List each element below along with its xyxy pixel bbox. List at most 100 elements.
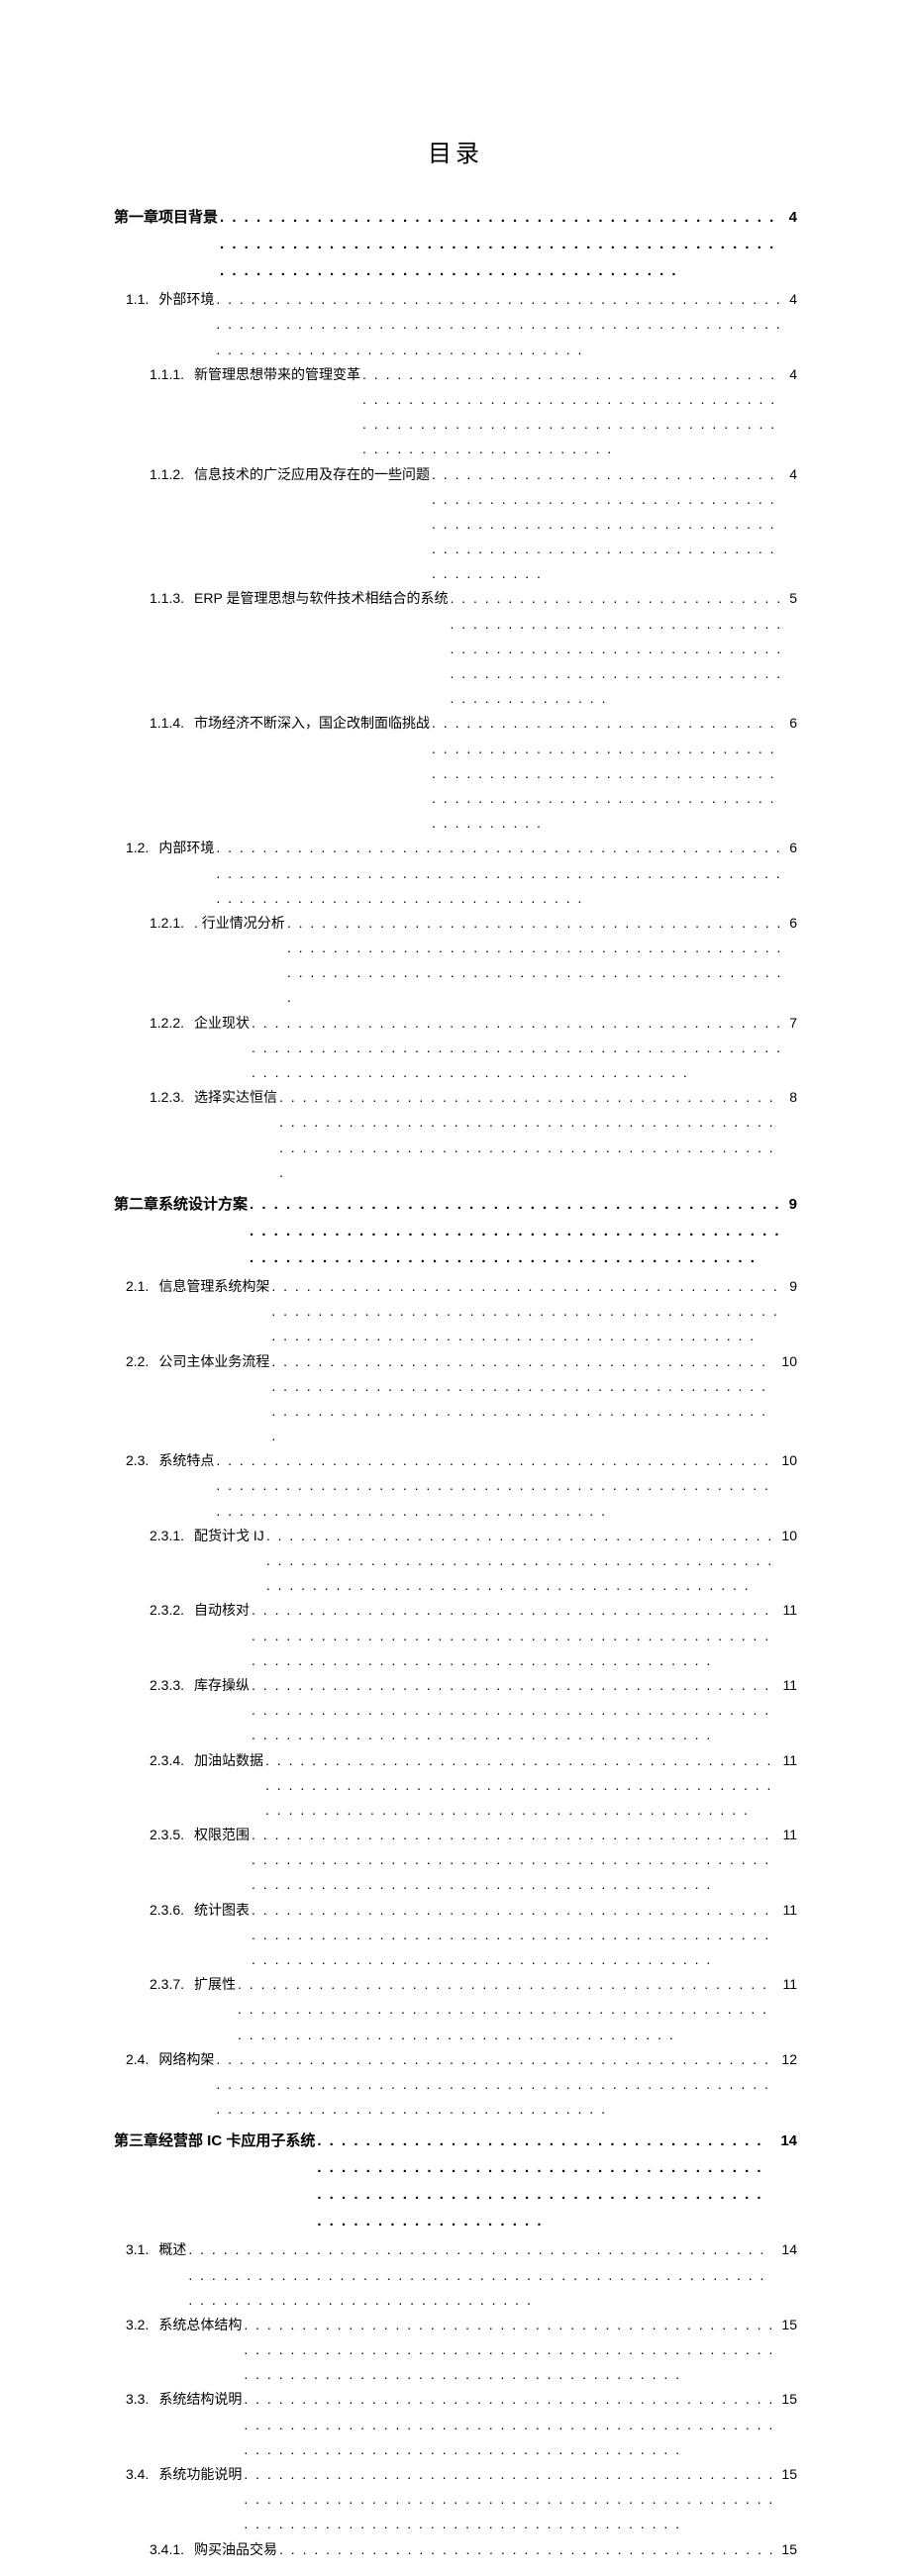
toc-entry: 1.2.内部环境. . . . . . . . . . . . . . . . … [114, 836, 797, 911]
toc-leader-dots: . . . . . . . . . . . . . . . . . . . . … [252, 1011, 783, 1086]
toc-entry: 第一章项目背景. . . . . . . . . . . . . . . . .… [114, 204, 797, 284]
toc-entry: 2.1.信息管理系统构架. . . . . . . . . . . . . . … [114, 1274, 797, 1349]
toc-text: 系统总体结构 [158, 2313, 242, 2337]
toc-page-number: 11 [778, 1673, 797, 1698]
toc-entry: 2.3.4. 加油站数据. . . . . . . . . . . . . . .… [114, 1748, 797, 1824]
toc-text: ERP 是管理思想与软件技术相结合的系统 [194, 586, 448, 611]
toc-number: 3.3. [126, 2387, 149, 2412]
toc-page-number: 4 [785, 362, 797, 387]
toc-number: 2.2. [126, 1349, 149, 1374]
toc-page-number: 4 [785, 287, 797, 312]
toc-entry: 1.1.4.市场经济不断深入，国企改制面临挑战. . . . . . . . .… [114, 711, 797, 836]
toc-page-number: 12 [777, 2047, 797, 2072]
toc-number: 1.1.3. [150, 586, 184, 611]
toc-page-number: 4 [785, 204, 797, 231]
toc-entry: 2.3.1.配货计戈 IJ. . . . . . . . . . . . . .… [114, 1524, 797, 1599]
toc-page-number: 15 [777, 2462, 797, 2487]
toc-leader-dots: . . . . . . . . . . . . . . . . . . . . … [244, 2313, 775, 2388]
toc-entry: 1.2.3.选择实达恒信. . . . . . . . . . . . . . … [114, 1085, 797, 1185]
toc-entry: 2.2.公司主体业务流程. . . . . . . . . . . . . . … [114, 1349, 797, 1449]
toc-label: 2.4.网络构架 [126, 2047, 214, 2072]
toc-label: 2.3.2. 自动核对 [150, 1598, 250, 1623]
toc-page-number: 11 [778, 1898, 797, 1923]
toc-leader-dots: . . . . . . . . . . . . . . . . . . . . … [287, 911, 783, 1011]
toc-label: 2.3.7.扩展性 [150, 1972, 236, 1997]
toc-number: 2.3.4. [150, 1748, 184, 1773]
toc-entry: 1.1.2.信息技术的广泛应用及存在的一些问题. . . . . . . . .… [114, 462, 797, 587]
toc-leader-dots: . . . . . . . . . . . . . . . . . . . . … [317, 2128, 774, 2234]
toc-leader-dots: . . . . . . . . . . . . . . . . . . . . … [432, 462, 783, 587]
toc-label: 2.1.信息管理系统构架 [126, 1274, 269, 1299]
toc-text: . 行业情况分析 [194, 911, 285, 936]
toc-number: 1.1.4. [150, 711, 184, 736]
toc-entry: 2.4.网络构架. . . . . . . . . . . . . . . . … [114, 2047, 797, 2123]
toc-entry: 3.4.系统功能说明. . . . . . . . . . . . . . . … [114, 2462, 797, 2537]
toc-entry: 2.3.系统特点. . . . . . . . . . . . . . . . … [114, 1448, 797, 1524]
toc-page-number: 14 [776, 2128, 797, 2154]
toc-text: 自动核对 [194, 1598, 250, 1623]
toc-leader-dots: . . . . . . . . . . . . . . . . . . . . … [266, 1524, 776, 1599]
toc-page-number: 9 [785, 1191, 797, 1218]
toc-text: 统计图表 [194, 1898, 250, 1923]
toc-entry: 3.1. 概述. . . . . . . . . . . . . . . . . … [114, 2237, 797, 2313]
toc-number: 3.1. [126, 2237, 149, 2262]
toc-page-number: 14 [777, 2237, 797, 2262]
toc-label: 1.1. 外部环境 [126, 287, 214, 312]
toc-entry: 第三章经营部 IC 卡应用子系统. . . . . . . . . . . . … [114, 2128, 797, 2234]
toc-entry: 1.2.2.企业现状. . . . . . . . . . . . . . . … [114, 1011, 797, 1086]
toc-entry: 2.3.6.统计图表. . . . . . . . . . . . . . . … [114, 1898, 797, 1973]
toc-leader-dots: . . . . . . . . . . . . . . . . . . . . … [238, 1972, 776, 2047]
toc-entry: 2.3.3.库存操纵. . . . . . . . . . . . . . . … [114, 1673, 797, 1748]
toc-text: 内部环境 [158, 836, 214, 860]
toc-number: 1.1. [126, 287, 149, 312]
toc-text: 概述 [158, 2237, 186, 2262]
toc-number: 1.1.2. [150, 462, 184, 487]
toc-page-number: 11 [778, 1972, 797, 1997]
toc-page-number: 6 [785, 836, 797, 860]
toc-label: 第三章经营部 IC 卡应用子系统 [114, 2128, 315, 2154]
toc-text: 外部环境 [158, 287, 214, 312]
toc-page-number: 11 [778, 1748, 797, 1773]
toc-text: 购买油品交易 [194, 2537, 277, 2562]
toc-entry: 2.3.7.扩展性. . . . . . . . . . . . . . . .… [114, 1972, 797, 2047]
toc-leader-dots: . . . . . . . . . . . . . . . . . . . . … [250, 1191, 783, 1271]
toc-text: 公司主体业务流程 [158, 1349, 269, 1374]
toc-leader-dots: . . . . . . . . . . . . . . . . . . . . … [216, 287, 783, 362]
toc-label: 1.2.3.选择实达恒信 [150, 1085, 277, 1110]
toc-leader-dots: . . . . . . . . . . . . . . . . . . . . … [450, 586, 783, 711]
toc-leader-dots: . . . . . . . . . . . . . . . . . . . . … [188, 2237, 775, 2313]
toc-label: 2.3.4. 加油站数据 [150, 1748, 263, 1773]
toc-label: 1.2.1.. 行业情况分析 [150, 911, 285, 936]
toc-page-number: 10 [777, 1349, 797, 1374]
toc-text: 权限范围 [194, 1823, 250, 1847]
toc-number: 1.2.3. [150, 1085, 184, 1110]
toc-number: 3.2. [126, 2313, 149, 2337]
toc-entry: 3.3.系统结构说明. . . . . . . . . . . . . . . … [114, 2387, 797, 2462]
toc-number: 1.2. [126, 836, 149, 860]
toc-leader-dots: . . . . . . . . . . . . . . . . . . . . … [252, 1898, 776, 1973]
toc-label: 1.2. 内部环境 [126, 836, 214, 860]
toc-number: 2.3.1. [150, 1524, 184, 1548]
toc-leader-dots: . . . . . . . . . . . . . . . . . . . . … [265, 1748, 776, 1824]
toc-label: 2.3.5.权限范围 [150, 1823, 250, 1847]
toc-number: 2.3. [126, 1448, 149, 1473]
toc-label: 1.1.3. ERP 是管理思想与软件技术相结合的系统 [150, 586, 448, 611]
toc-leader-dots: . . . . . . . . . . . . . . . . . . . . … [216, 1448, 775, 1524]
toc-number: 2.3.2. [150, 1598, 184, 1623]
toc-page-number: 6 [785, 911, 797, 936]
toc-leader-dots: . . . . . . . . . . . . . . . . . . . . … [220, 204, 783, 284]
toc-label: 2.3.系统特点 [126, 1448, 214, 1473]
toc-text: 新管理思想带来的管理变革 [194, 362, 360, 387]
toc-entry: 1.1. 外部环境. . . . . . . . . . . . . . . . … [114, 287, 797, 362]
toc-text: 第一章项目背景 [114, 204, 218, 231]
toc-leader-dots: . . . . . . . . . . . . . . . . . . . . … [279, 1085, 783, 1185]
toc-entry: 2.3.2.自动核对. . . . . . . . . . . . . . . … [114, 1598, 797, 1673]
toc-entry: 3.4.1.购买油品交易. . . . . . . . . . . . . . … [114, 2537, 797, 2576]
toc-page-number: 5 [785, 586, 797, 611]
toc-entry: 第二章系统设计方案. . . . . . . . . . . . . . . .… [114, 1191, 797, 1271]
toc-text: 加油站数据 [194, 1748, 263, 1773]
toc-label: 1.1.4.市场经济不断深入，国企改制面临挑战 [150, 711, 430, 736]
toc-page-number: 15 [777, 2313, 797, 2337]
toc-leader-dots: . . . . . . . . . . . . . . . . . . . . … [432, 711, 783, 836]
toc-number: 3.4. [126, 2462, 149, 2487]
